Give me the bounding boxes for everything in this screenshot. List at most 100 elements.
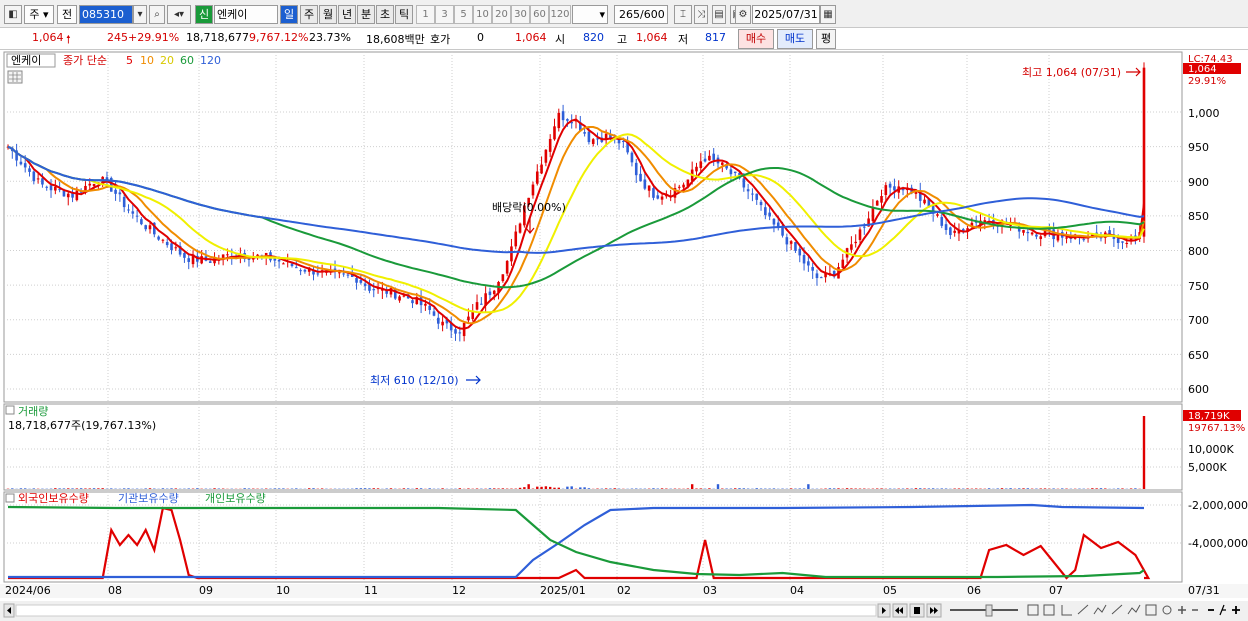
candle-body bbox=[875, 200, 879, 206]
volume-bar bbox=[88, 488, 91, 489]
calendar-icon[interactable]: ▦ bbox=[820, 5, 836, 24]
candle-body bbox=[535, 171, 539, 184]
ytick-950: 950 bbox=[1188, 141, 1209, 154]
candle-body bbox=[518, 223, 522, 233]
tab-month[interactable]: 월 bbox=[319, 5, 337, 24]
volume-bar bbox=[24, 488, 27, 489]
buy-button[interactable]: 매수 bbox=[738, 29, 774, 49]
candle-body bbox=[802, 254, 806, 264]
trade-amount: 18,608백만 bbox=[366, 33, 425, 46]
xlabel-02: 02 bbox=[617, 584, 631, 597]
candle-body bbox=[88, 183, 92, 186]
high-label: 고 bbox=[617, 33, 628, 46]
candle-body bbox=[514, 231, 518, 247]
volume-bar bbox=[604, 488, 608, 489]
volume-bar bbox=[441, 488, 444, 489]
volume-bar bbox=[880, 488, 883, 489]
tab-minute[interactable]: 분 bbox=[357, 5, 375, 24]
candle-body bbox=[815, 273, 819, 279]
gear-icon[interactable]: ⚙ bbox=[735, 5, 751, 24]
interval-60[interactable]: 60 bbox=[530, 5, 549, 24]
stock-name-field[interactable]: 엔케이 bbox=[214, 5, 278, 24]
interval-30[interactable]: 30 bbox=[511, 5, 530, 24]
chart-type-icon[interactable]: ⤨ bbox=[694, 5, 708, 24]
candle-body bbox=[923, 199, 926, 204]
average-button[interactable]: 평 bbox=[816, 29, 836, 49]
candle-body bbox=[208, 261, 212, 263]
candle-body bbox=[338, 272, 341, 274]
volume-bar bbox=[54, 488, 57, 489]
code-dropdown-icon[interactable]: ▾ bbox=[133, 5, 147, 24]
volume-bar bbox=[1129, 488, 1133, 489]
scrollbar-track[interactable] bbox=[15, 604, 877, 617]
interval-20[interactable]: 20 bbox=[492, 5, 511, 24]
candle-body bbox=[144, 225, 147, 230]
date-field[interactable]: 2025/07/31 bbox=[752, 5, 820, 24]
volume-bar bbox=[613, 488, 616, 489]
indicator-icon[interactable]: ▤ bbox=[712, 5, 726, 24]
zoom-slider-thumb[interactable] bbox=[985, 604, 993, 617]
volume-bar bbox=[536, 486, 539, 489]
candle-body bbox=[75, 190, 79, 201]
candle-body bbox=[553, 126, 556, 140]
ytick-1000: 1,000 bbox=[1188, 107, 1220, 120]
volume-bar bbox=[110, 488, 113, 489]
candle-body bbox=[841, 259, 845, 268]
volume-bar bbox=[906, 488, 909, 489]
volume-bar bbox=[247, 488, 251, 489]
interval-3[interactable]: 3 bbox=[435, 5, 454, 24]
candle-body bbox=[647, 185, 651, 191]
candle-body bbox=[492, 290, 496, 295]
window-menu-icon[interactable]: ◧ bbox=[4, 5, 22, 24]
volume-bar bbox=[1121, 488, 1124, 489]
candle-body bbox=[505, 260, 509, 274]
candle-body bbox=[544, 149, 548, 163]
open-label: 시 bbox=[555, 33, 566, 46]
prev-button[interactable]: 전 bbox=[57, 5, 77, 24]
candle-body bbox=[1035, 234, 1038, 237]
candle-body bbox=[1030, 232, 1034, 235]
tab-second[interactable]: 초 bbox=[376, 5, 394, 24]
volume-bar bbox=[122, 488, 126, 489]
interval-120[interactable]: 120 bbox=[549, 5, 571, 24]
stock-code-input[interactable]: 085310 bbox=[79, 5, 133, 24]
candle-body bbox=[699, 161, 703, 169]
tab-day[interactable]: 일 bbox=[280, 5, 298, 24]
candle-body bbox=[695, 166, 698, 172]
candle-body bbox=[114, 189, 117, 194]
volume-bar bbox=[690, 484, 694, 489]
speaker-icon[interactable]: ◂▾ bbox=[167, 5, 191, 24]
search-icon[interactable]: ⌕ bbox=[149, 5, 165, 24]
volume-bar bbox=[1009, 488, 1012, 489]
up-arrow-icon: 🠕 bbox=[66, 33, 71, 46]
interval-10[interactable]: 10 bbox=[473, 5, 492, 24]
volume-bar bbox=[1000, 488, 1004, 489]
xlabel-09: 09 bbox=[199, 584, 213, 597]
candle-type-icon[interactable]: ⌶ bbox=[674, 5, 692, 24]
chart-canvas[interactable]: 엔케이 종가 단순 5 10 20 60 120 최고 1,064 (07/31… bbox=[0, 50, 1248, 621]
tab-year[interactable]: 년 bbox=[338, 5, 356, 24]
interval-1[interactable]: 1 bbox=[416, 5, 435, 24]
candle-body bbox=[880, 196, 883, 203]
volume-bar bbox=[837, 488, 840, 489]
volume-bar bbox=[802, 488, 806, 489]
table-icon[interactable] bbox=[7, 70, 23, 84]
candle-body bbox=[402, 295, 406, 297]
data-count-field[interactable]: 265/600 bbox=[614, 5, 668, 24]
volume-bar bbox=[368, 488, 371, 489]
volume-bar bbox=[716, 484, 720, 489]
candle-body bbox=[858, 229, 862, 240]
custom-interval-dropdown[interactable]: ▾ bbox=[572, 5, 608, 24]
candle-body bbox=[798, 248, 802, 256]
volume-bar bbox=[376, 488, 380, 489]
volume-bar bbox=[570, 486, 573, 489]
tab-week[interactable]: 주 bbox=[300, 5, 318, 24]
volume-bar bbox=[652, 488, 655, 489]
stock-chart-window: { "toolbar": { "jumun": "주", "jeon": "전"… bbox=[0, 0, 1248, 621]
sell-button[interactable]: 매도 bbox=[777, 29, 813, 49]
order-dropdown[interactable]: 주 ▾ bbox=[24, 5, 54, 24]
candle-body bbox=[557, 112, 561, 129]
interval-5[interactable]: 5 bbox=[454, 5, 473, 24]
tab-tick[interactable]: 틱 bbox=[395, 5, 413, 24]
chart-area[interactable]: 엔케이 종가 단순 5 10 20 60 120 최고 1,064 (07/31… bbox=[0, 50, 1248, 621]
